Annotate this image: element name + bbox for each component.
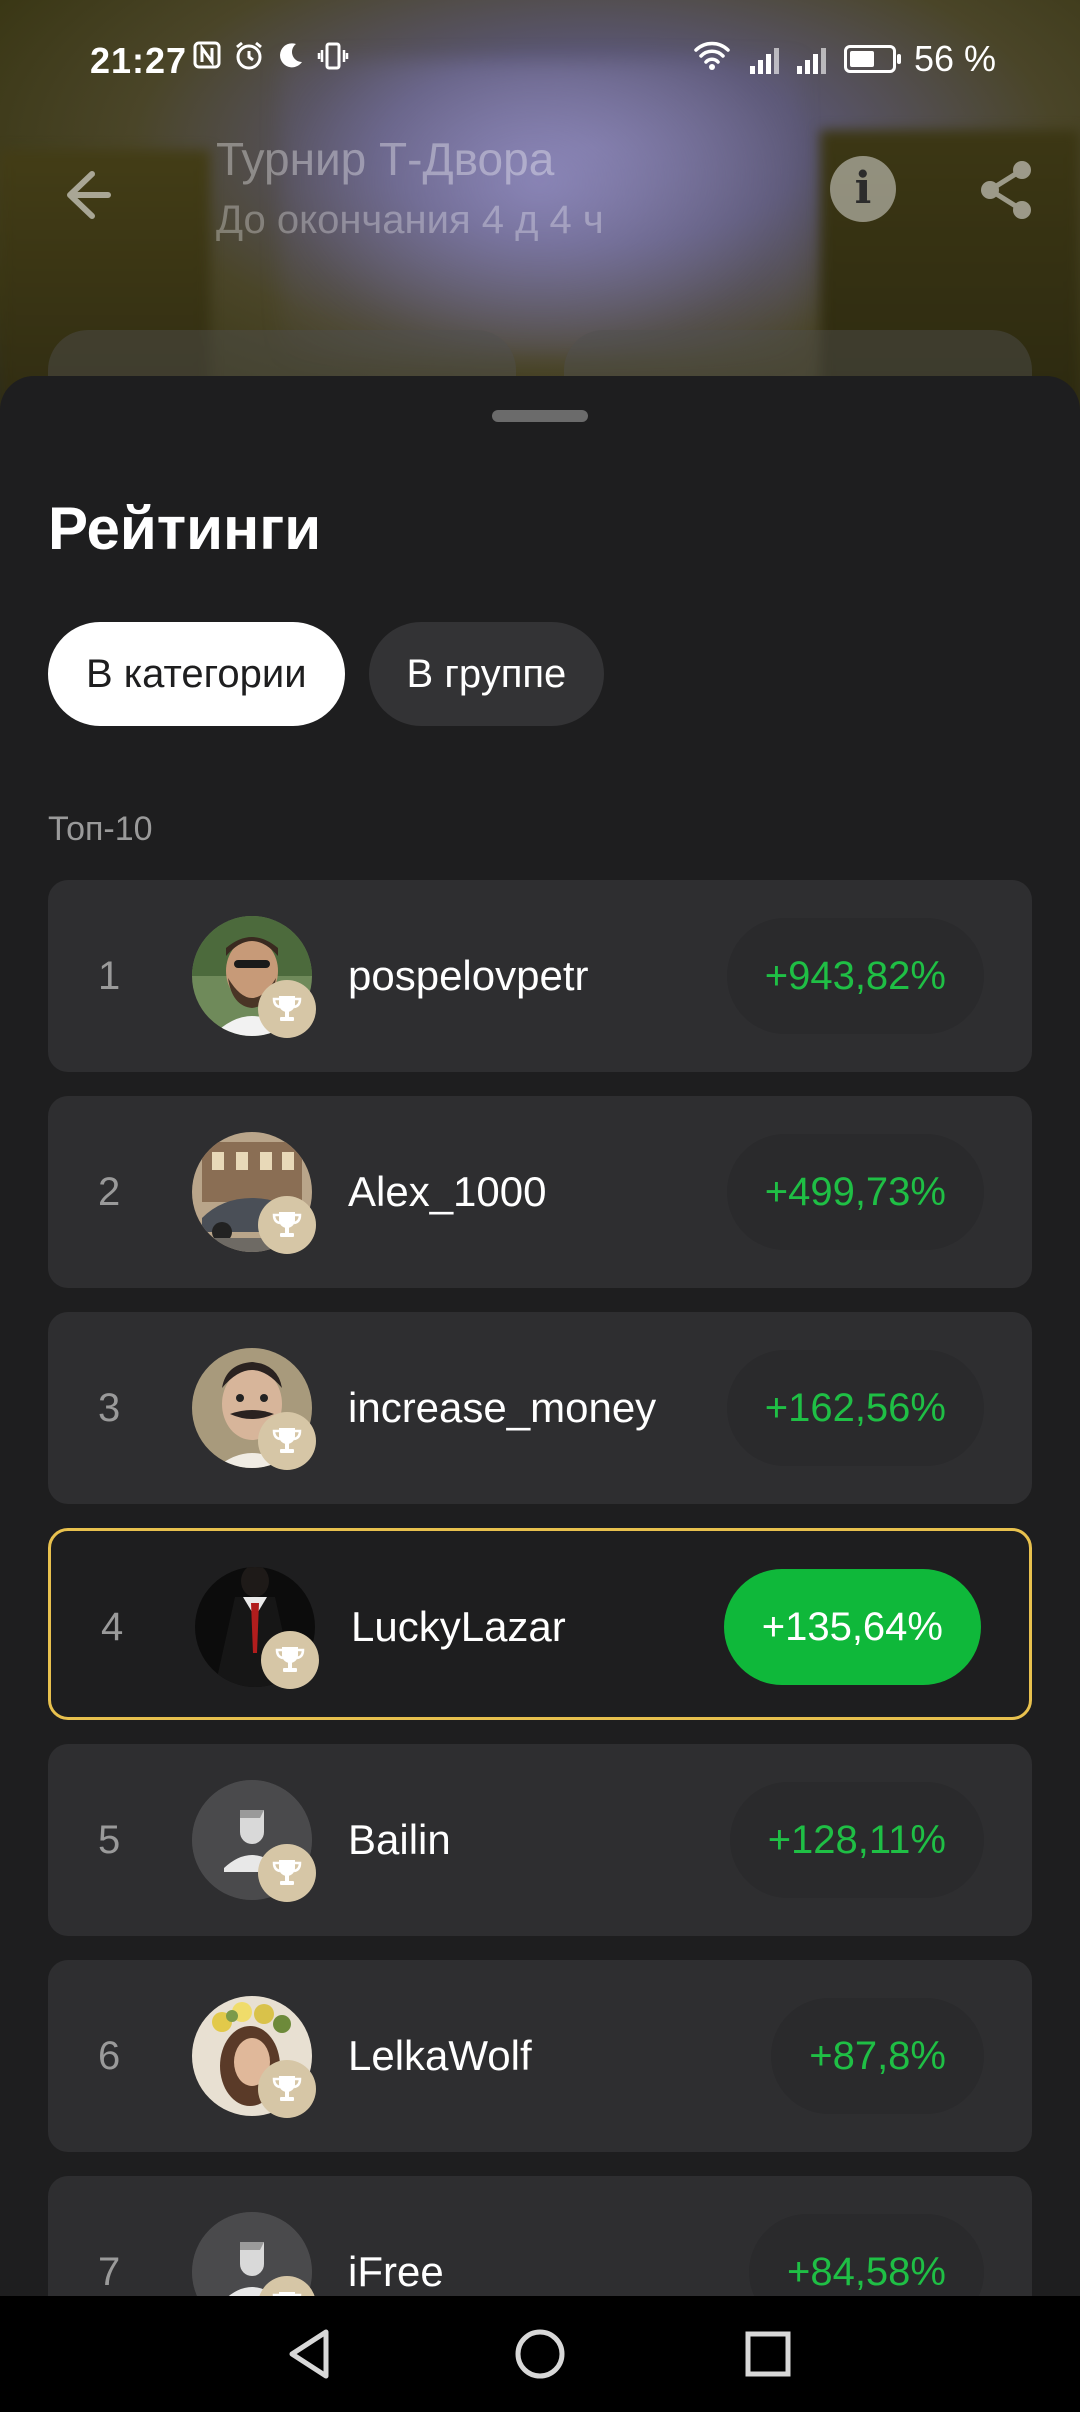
battery-percent: 56 % (913, 38, 996, 79)
user-name: Bailin (348, 1816, 451, 1863)
list-item[interactable]: 2 Alex_1000 +499,73% (48, 1096, 1032, 1288)
profit-badge: +87,8% (771, 1998, 984, 2114)
list-item[interactable]: 5 Bailin +128,11% (48, 1744, 1032, 1936)
user-name: LelkaWolf (348, 2032, 532, 2079)
user-name: LuckyLazar (351, 1603, 566, 1650)
sheet-drag-handle[interactable] (492, 410, 588, 422)
nav-home-icon[interactable] (510, 2324, 570, 2384)
profit-badge: +943,82% (726, 918, 984, 1034)
status-time: 21:27 (90, 40, 188, 81)
list-item[interactable]: 6 LelkaWolf +87,8% (48, 1960, 1032, 2152)
trophy-icon (261, 1631, 319, 1689)
wifi-icon (692, 38, 732, 80)
list-item[interactable]: 1 pospelovpetr +943,82% (48, 880, 1032, 1072)
moon-icon (274, 40, 308, 74)
back-arrow-icon[interactable] (52, 160, 122, 230)
list-item-current-user[interactable]: 4 LuckyLazar +135,64% (48, 1528, 1032, 1720)
signal-icon (749, 44, 779, 74)
rank-number: 4 (101, 1605, 124, 1649)
user-name: increase_money (348, 1384, 657, 1431)
vibrate-icon (316, 40, 350, 74)
profit-badge: +499,73% (726, 1134, 984, 1250)
rank-number: 3 (98, 1386, 121, 1430)
rank-number: 2 (98, 1170, 121, 1214)
page-title: Турнир Т-Двора (216, 133, 555, 185)
ratings-sheet: Рейтинги В категории В группе Топ-10 1 p… (0, 376, 1080, 2368)
trophy-icon (258, 1196, 316, 1254)
user-name: pospelovpetr (348, 952, 589, 999)
battery-icon (843, 45, 901, 73)
status-bar: 21:27 56 % (0, 0, 1080, 120)
list-item[interactable]: 3 increase_money +162,56% (48, 1312, 1032, 1504)
rating-tabs: В категории В группе (48, 622, 605, 726)
rank-number: 5 (98, 1818, 121, 1862)
rank-number: 6 (98, 2034, 121, 2078)
info-icon[interactable]: i (830, 156, 896, 222)
sheet-title: Рейтинги (48, 495, 322, 562)
rank-number: 1 (98, 954, 121, 998)
section-label: Топ-10 (48, 810, 153, 848)
signal-icon (796, 44, 826, 74)
nav-recents-icon[interactable] (738, 2324, 798, 2384)
profit-badge: +162,56% (726, 1350, 984, 1466)
trophy-icon (258, 980, 316, 1038)
nfc-icon (190, 40, 224, 74)
page-subtitle: До окончания 4 д 4 ч (216, 198, 604, 242)
alarm-icon (232, 40, 266, 74)
tab-category[interactable]: В категории (48, 622, 345, 726)
profit-badge: +128,11% (729, 1782, 984, 1898)
trophy-icon (258, 1412, 316, 1470)
trophy-icon (258, 1844, 316, 1902)
user-name: Alex_1000 (348, 1168, 547, 1215)
system-nav-bar (0, 2296, 1080, 2412)
share-icon[interactable] (972, 156, 1040, 224)
tab-group[interactable]: В группе (368, 622, 605, 726)
nav-back-icon[interactable] (280, 2324, 340, 2384)
trophy-icon (258, 2060, 316, 2118)
profit-badge: +135,64% (723, 1569, 981, 1685)
